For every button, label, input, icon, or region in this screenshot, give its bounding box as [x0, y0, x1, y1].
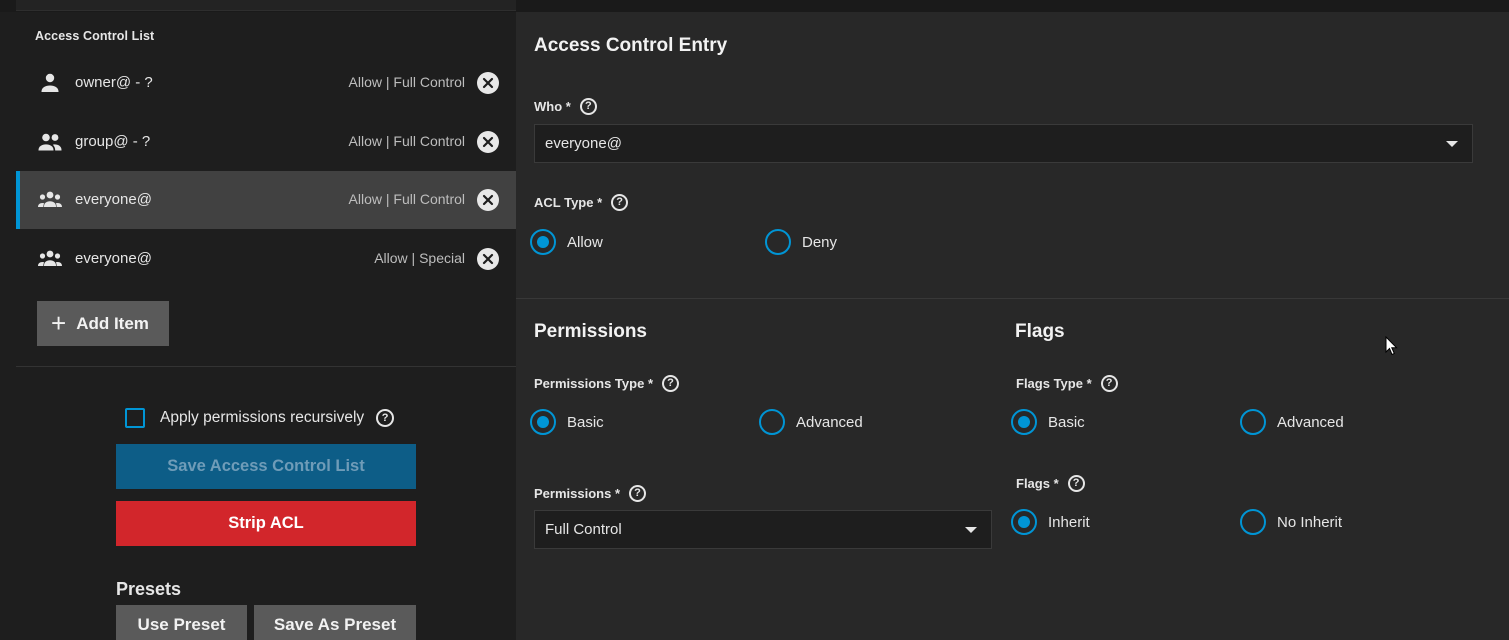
remove-icon[interactable] [477, 131, 499, 153]
radio-unselected-icon [1240, 409, 1266, 435]
acl-item-name: everyone@ [75, 250, 152, 267]
radio-flags-basic[interactable]: Basic [1011, 409, 1085, 435]
radio-acl-allow[interactable]: Allow [530, 229, 603, 255]
permissions-select-value: Full Control [545, 521, 622, 538]
add-item-button[interactable]: + Add Item [37, 301, 169, 346]
radio-selected-icon [530, 409, 556, 435]
add-item-label: Add Item [76, 313, 149, 333]
acl-item-name: owner@ - ? [75, 74, 153, 91]
acl-item-everyone-selected[interactable]: everyone@ Allow | Full Control [16, 171, 516, 229]
apply-recursive-row: Apply permissions recursively ? [125, 408, 395, 428]
radio-selected-icon [1011, 409, 1037, 435]
acl-item-perm: Allow | Full Control [348, 74, 465, 90]
plus-icon: + [51, 307, 67, 338]
acl-item-owner[interactable]: owner@ - ? Allow | Full Control [16, 54, 516, 112]
acl-type-label: ACL Type * ? [534, 194, 629, 211]
flags-type-label: Flags Type * ? [1016, 375, 1118, 392]
strip-acl-button[interactable]: Strip ACL [116, 501, 416, 546]
acl-item-everyone[interactable]: everyone@ Allow | Special [16, 230, 516, 288]
help-icon[interactable]: ? [662, 375, 679, 392]
acl-item-perm: Allow | Special [374, 250, 465, 266]
radio-selected-icon [530, 229, 556, 255]
acl-item-group[interactable]: group@ - ? Allow | Full Control [16, 113, 516, 171]
entry-title: Access Control Entry [534, 35, 728, 56]
mouse-cursor-icon [1385, 336, 1398, 356]
divider [516, 298, 1509, 299]
remove-icon[interactable] [477, 189, 499, 211]
radio-permissions-advanced[interactable]: Advanced [759, 409, 863, 435]
radio-acl-deny[interactable]: Deny [765, 229, 837, 255]
chevron-down-icon [1446, 141, 1458, 147]
radio-flags-advanced[interactable]: Advanced [1240, 409, 1344, 435]
help-icon[interactable]: ? [579, 98, 597, 115]
chevron-down-icon [965, 527, 977, 533]
radio-unselected-icon [1240, 509, 1266, 535]
remove-icon[interactable] [477, 72, 499, 94]
top-strip [0, 0, 1509, 12]
save-acl-button[interactable]: Save Access Control List [116, 444, 416, 489]
permissions-type-label: Permissions Type * ? [534, 375, 679, 392]
acl-item-perm: Allow | Full Control [348, 191, 465, 207]
radio-selected-icon [1011, 509, 1037, 535]
acl-list-title: Access Control List [35, 29, 155, 43]
permissions-select[interactable]: Full Control [534, 510, 992, 549]
permissions-title: Permissions [534, 321, 647, 342]
presets-title: Presets [116, 579, 182, 599]
apply-recursive-label[interactable]: Apply permissions recursively [160, 409, 364, 427]
who-select[interactable]: everyone@ [534, 124, 1473, 163]
top-strip-left [16, 0, 516, 11]
help-icon[interactable]: ? [611, 194, 629, 211]
permissions-label: Permissions * ? [534, 485, 647, 502]
user-icon [37, 71, 63, 95]
acl-item-perm: Allow | Full Control [348, 133, 465, 149]
acl-item-name: everyone@ [75, 191, 152, 208]
help-icon[interactable]: ? [629, 485, 647, 502]
everyone-icon [37, 188, 63, 212]
help-icon[interactable]: ? [1100, 375, 1118, 392]
divider [16, 366, 516, 367]
radio-flags-inherit[interactable]: Inherit [1011, 509, 1090, 535]
save-as-preset-button[interactable]: Save As Preset [254, 605, 416, 640]
acl-entry-panel: Access Control Entry Who * ? everyone@ A… [516, 12, 1509, 640]
selected-indicator [16, 171, 20, 229]
acl-list-panel: Access Control List owner@ - ? Allow | F… [16, 12, 516, 640]
radio-flags-no-inherit[interactable]: No Inherit [1240, 509, 1342, 535]
who-label: Who * ? [534, 98, 597, 115]
flags-title: Flags [1015, 321, 1065, 342]
acl-item-name: group@ - ? [75, 133, 151, 150]
remove-icon[interactable] [477, 248, 499, 270]
help-icon[interactable]: ? [1067, 475, 1085, 492]
radio-permissions-basic[interactable]: Basic [530, 409, 604, 435]
radio-unselected-icon [759, 409, 785, 435]
help-icon[interactable]: ? [376, 409, 395, 427]
group-icon [37, 130, 63, 154]
who-select-value: everyone@ [545, 135, 622, 152]
use-preset-button[interactable]: Use Preset [116, 605, 247, 640]
radio-unselected-icon [765, 229, 791, 255]
everyone-icon [37, 247, 63, 271]
flags-label: Flags * ? [1016, 475, 1085, 492]
apply-recursive-checkbox[interactable] [125, 408, 145, 428]
